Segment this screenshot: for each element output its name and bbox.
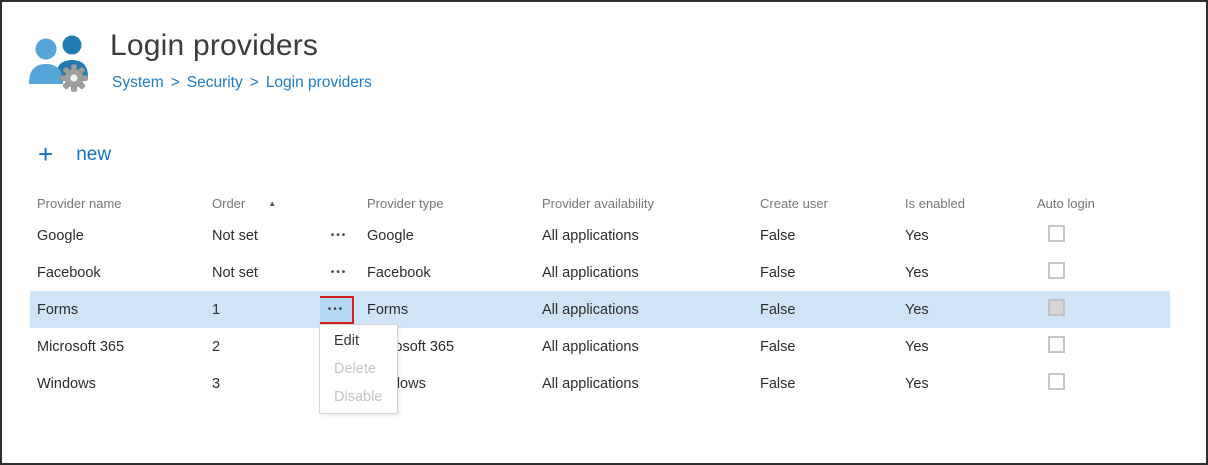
auto-login-checkbox[interactable] xyxy=(1048,373,1065,390)
cell-is-enabled: Yes xyxy=(905,228,1037,244)
cell-create-user: False xyxy=(760,265,905,281)
column-header-provider-availability[interactable]: Provider availability xyxy=(542,196,760,211)
cell-create-user: False xyxy=(760,376,905,392)
table-row-windows[interactable]: Windows 3 ••• Windows All applications F… xyxy=(30,365,1170,402)
ellipsis-icon: ••• xyxy=(329,231,348,241)
menu-item-disable: Disable xyxy=(320,383,397,411)
cell-actions: ••• xyxy=(320,296,367,324)
column-header-auto-login[interactable]: Auto login xyxy=(1037,196,1170,211)
auto-login-checkbox[interactable] xyxy=(1048,225,1065,242)
new-button[interactable]: + new xyxy=(38,138,111,170)
cell-provider-availability: All applications xyxy=(542,376,760,392)
cell-provider-availability: All applications xyxy=(542,265,760,281)
cell-provider-name: Google xyxy=(30,228,212,244)
cell-create-user: False xyxy=(760,228,905,244)
table-row-forms[interactable]: Forms 1 ••• Forms All applications False… xyxy=(30,291,1170,328)
column-header-is-enabled[interactable]: Is enabled xyxy=(905,196,1037,211)
cell-order: 1 xyxy=(212,302,320,318)
cell-create-user: False xyxy=(760,339,905,355)
breadcrumb: System > Security > Login providers xyxy=(112,74,372,92)
auto-login-checkbox[interactable] xyxy=(1048,336,1065,353)
cell-auto-login xyxy=(1037,299,1170,320)
cell-actions: ••• xyxy=(320,260,367,286)
cell-order: Not set xyxy=(212,228,320,244)
breadcrumb-separator: > xyxy=(171,74,180,92)
plus-icon: + xyxy=(38,141,53,167)
table-header-row: Provider name Order ▲ Provider type Prov… xyxy=(30,190,1170,217)
cell-is-enabled: Yes xyxy=(905,376,1037,392)
column-header-provider-name[interactable]: Provider name xyxy=(30,196,212,211)
sort-ascending-icon: ▲ xyxy=(268,200,276,208)
column-header-order-label: Order xyxy=(212,196,245,211)
page-title: Login providers xyxy=(110,29,318,63)
cell-is-enabled: Yes xyxy=(905,302,1037,318)
ellipsis-icon: ••• xyxy=(326,305,345,315)
cell-auto-login xyxy=(1037,336,1170,357)
cell-provider-name: Microsoft 365 xyxy=(30,339,212,355)
cell-provider-type: Facebook xyxy=(367,265,542,281)
column-header-provider-type[interactable]: Provider type xyxy=(367,196,542,211)
cell-order: 2 xyxy=(212,339,320,355)
breadcrumb-system[interactable]: System xyxy=(112,74,164,92)
breadcrumb-separator: > xyxy=(250,74,259,92)
cell-is-enabled: Yes xyxy=(905,265,1037,281)
cell-auto-login xyxy=(1037,262,1170,283)
auto-login-checkbox[interactable] xyxy=(1048,299,1065,316)
row-actions-button[interactable]: ••• xyxy=(321,223,355,249)
providers-table: Provider name Order ▲ Provider type Prov… xyxy=(30,190,1170,402)
new-button-label: new xyxy=(76,145,111,164)
users-gear-icon xyxy=(29,33,95,93)
table-row-microsoft-365[interactable]: Microsoft 365 2 ••• Microsoft 365 All ap… xyxy=(30,328,1170,365)
breadcrumb-security[interactable]: Security xyxy=(187,74,243,92)
cell-provider-name: Facebook xyxy=(30,265,212,281)
table-row-google[interactable]: Google Not set ••• Google All applicatio… xyxy=(30,217,1170,254)
column-header-create-user[interactable]: Create user xyxy=(760,196,905,211)
cell-order: Not set xyxy=(212,265,320,281)
ellipsis-icon: ••• xyxy=(329,268,348,278)
login-providers-page: Login providers System > Security > Logi… xyxy=(0,0,1208,465)
cell-is-enabled: Yes xyxy=(905,339,1037,355)
cell-provider-type: Google xyxy=(367,228,542,244)
cell-order: 3 xyxy=(212,376,320,392)
menu-item-delete: Delete xyxy=(320,355,397,383)
cell-auto-login xyxy=(1037,225,1170,246)
cell-create-user: False xyxy=(760,302,905,318)
cell-provider-name: Forms xyxy=(30,302,212,318)
column-header-order[interactable]: Order ▲ xyxy=(212,196,320,211)
cell-provider-availability: All applications xyxy=(542,339,760,355)
row-actions-button-active[interactable]: ••• xyxy=(320,296,354,324)
row-actions-button[interactable]: ••• xyxy=(321,260,355,286)
auto-login-checkbox[interactable] xyxy=(1048,262,1065,279)
cell-provider-type: Forms xyxy=(367,302,542,318)
cell-actions: ••• xyxy=(320,223,367,249)
row-context-menu: Edit Delete Disable xyxy=(319,324,398,414)
cell-auto-login xyxy=(1037,373,1170,394)
breadcrumb-login-providers: Login providers xyxy=(266,74,372,92)
cell-provider-availability: All applications xyxy=(542,302,760,318)
cell-provider-name: Windows xyxy=(30,376,212,392)
menu-item-edit[interactable]: Edit xyxy=(320,327,397,355)
table-row-facebook[interactable]: Facebook Not set ••• Facebook All applic… xyxy=(30,254,1170,291)
cell-provider-availability: All applications xyxy=(542,228,760,244)
